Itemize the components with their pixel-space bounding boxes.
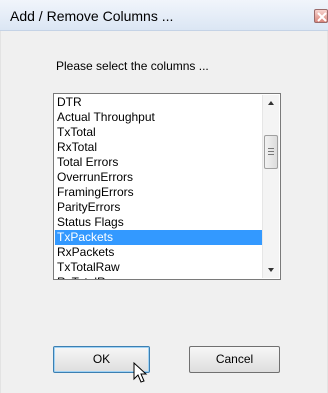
- window-title: Add / Remove Columns ...: [10, 8, 174, 24]
- list-item[interactable]: Total Errors: [55, 155, 264, 170]
- mouse-cursor-icon: [133, 362, 148, 383]
- scroll-up-button[interactable]: [263, 95, 279, 112]
- title-bar[interactable]: Add / Remove Columns ...: [0, 0, 328, 31]
- list-item[interactable]: RxPackets: [55, 245, 264, 260]
- list-item[interactable]: TxPackets: [55, 230, 264, 245]
- cancel-button[interactable]: Cancel: [189, 346, 280, 373]
- list-item[interactable]: RxTotal: [55, 140, 264, 155]
- list-item[interactable]: DTR: [55, 95, 264, 110]
- list-item[interactable]: TxTotalRaw: [55, 260, 264, 275]
- close-icon: [317, 12, 327, 22]
- columns-listbox[interactable]: DTR Actual Throughput TxTotal RxTotal Total …: [53, 93, 281, 280]
- list-item[interactable]: Actual Throughput: [55, 110, 264, 125]
- columns-list: DTR Actual Throughput TxTotal RxTotal Total …: [55, 95, 264, 279]
- scroll-down-icon: [268, 268, 274, 272]
- scroll-down-button[interactable]: [263, 261, 279, 278]
- listbox-scrollbar[interactable]: [262, 95, 279, 278]
- list-item[interactable]: ParityErrors: [55, 200, 264, 215]
- list-item[interactable]: OverrunErrors: [55, 170, 264, 185]
- list-item[interactable]: FramingErrors: [55, 185, 264, 200]
- list-item[interactable]: RxTotalRaw: [55, 275, 264, 279]
- prompt-label: Please select the columns ...: [56, 59, 209, 73]
- scroll-up-icon: [268, 101, 274, 105]
- close-button[interactable]: [314, 9, 328, 23]
- list-item[interactable]: TxTotal: [55, 125, 264, 140]
- list-item[interactable]: Status Flags: [55, 215, 264, 230]
- scroll-thumb[interactable]: [264, 135, 278, 169]
